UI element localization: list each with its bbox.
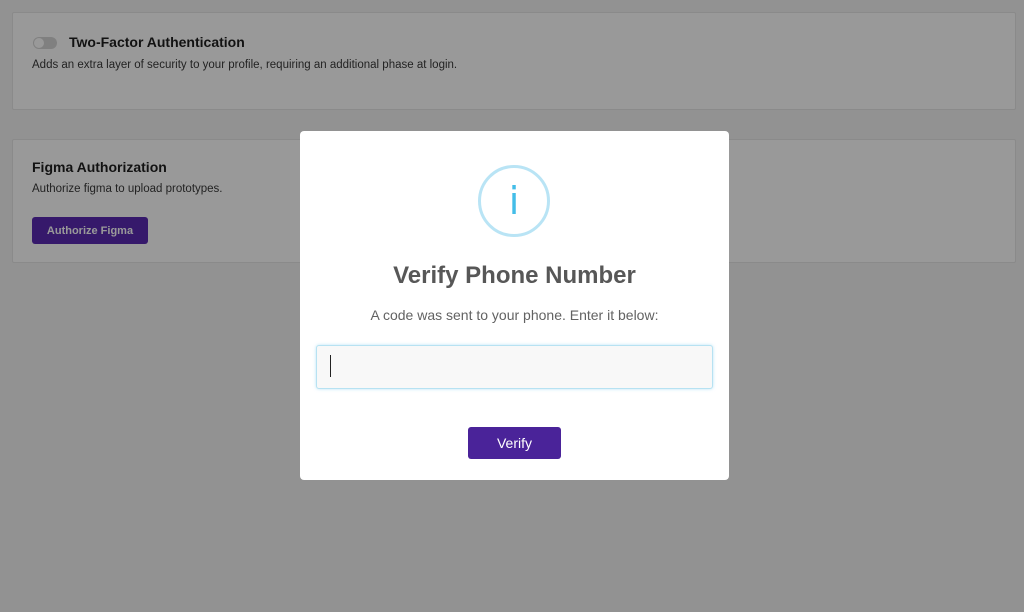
verification-code-input[interactable] — [316, 345, 713, 389]
modal-title: Verify Phone Number — [393, 262, 636, 289]
info-icon: i — [478, 165, 550, 237]
settings-page: Two-Factor Authentication Adds an extra … — [0, 0, 1024, 612]
verify-button[interactable]: Verify — [468, 427, 561, 459]
modal-message: A code was sent to your phone. Enter it … — [370, 307, 659, 323]
verify-phone-modal: i Verify Phone Number A code was sent to… — [300, 131, 729, 480]
text-caret — [330, 355, 331, 377]
